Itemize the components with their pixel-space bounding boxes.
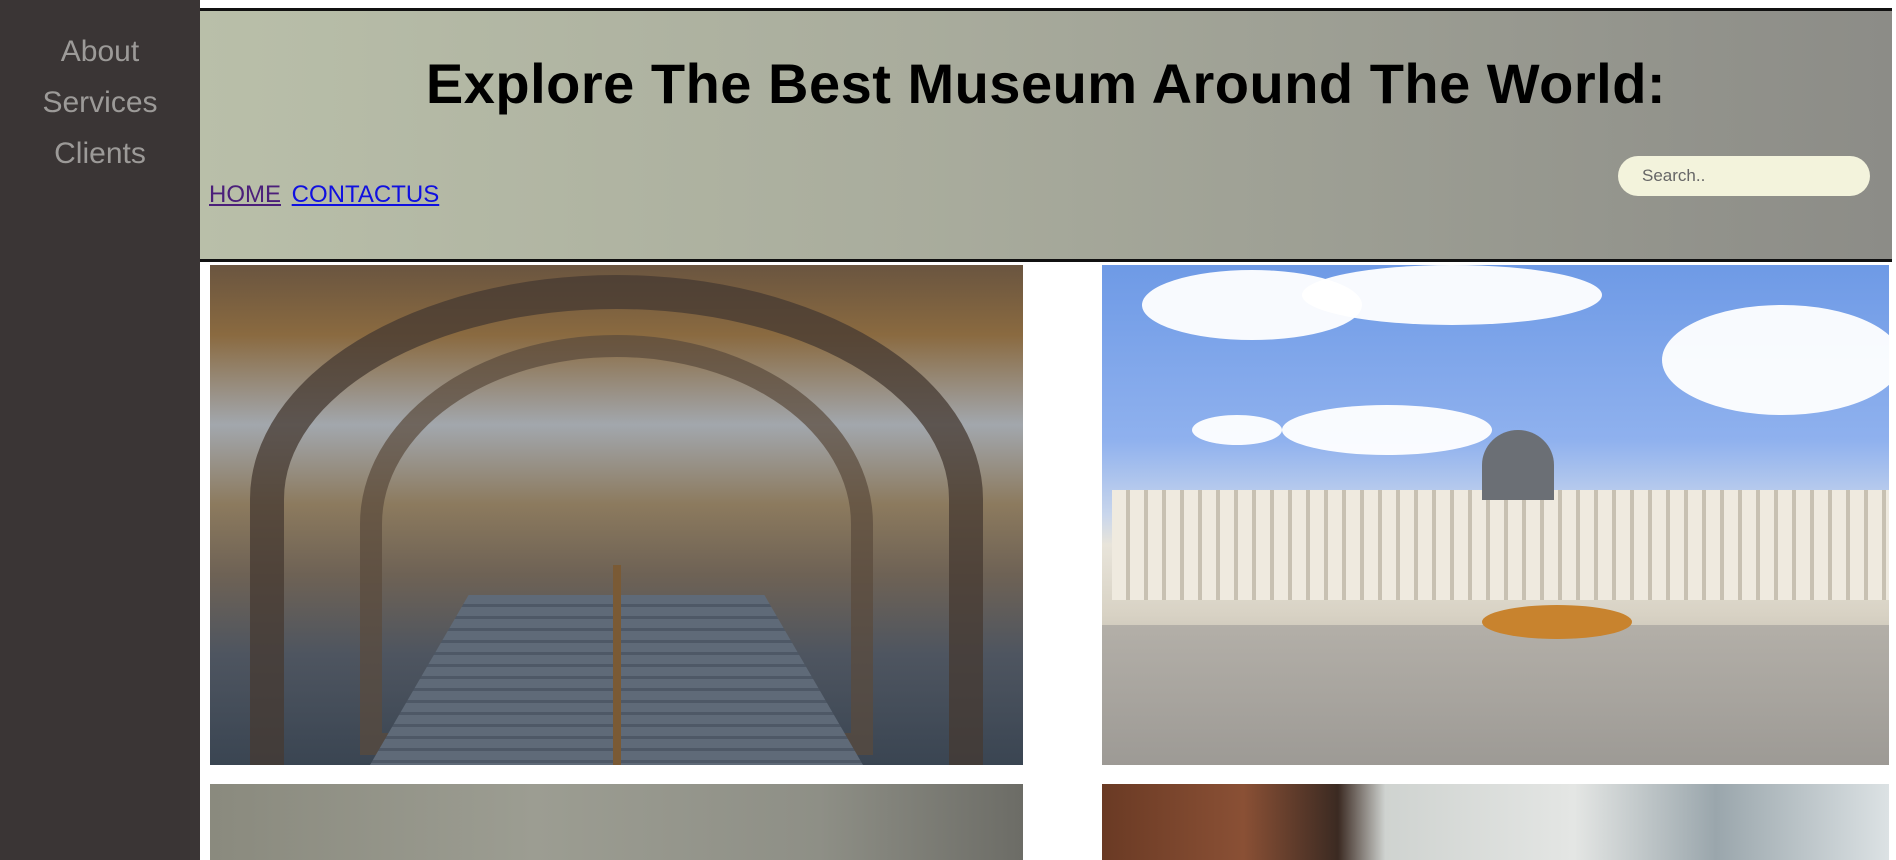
page-header: Explore The Best Museum Around The World… xyxy=(200,8,1892,262)
sidebar-item-services[interactable]: Services xyxy=(0,77,200,128)
search-input[interactable] xyxy=(1618,156,1870,196)
nav-link-contactus[interactable]: CONTACTUS xyxy=(292,181,440,208)
page-title: Explore The Best Museum Around The World… xyxy=(425,52,1667,115)
museum-image-4 xyxy=(1102,784,1889,860)
top-nav: HOME CONTACTUS xyxy=(209,181,439,209)
museum-hall-image xyxy=(210,265,1023,765)
museum-image-3 xyxy=(210,784,1023,860)
sidebar-item-about[interactable]: About xyxy=(0,26,200,77)
sidebar-item-clients[interactable]: Clients xyxy=(0,128,200,179)
sidebar: About Services Clients xyxy=(0,0,200,860)
gallery-square-image xyxy=(1102,265,1889,765)
nav-link-home[interactable]: HOME xyxy=(209,181,281,208)
